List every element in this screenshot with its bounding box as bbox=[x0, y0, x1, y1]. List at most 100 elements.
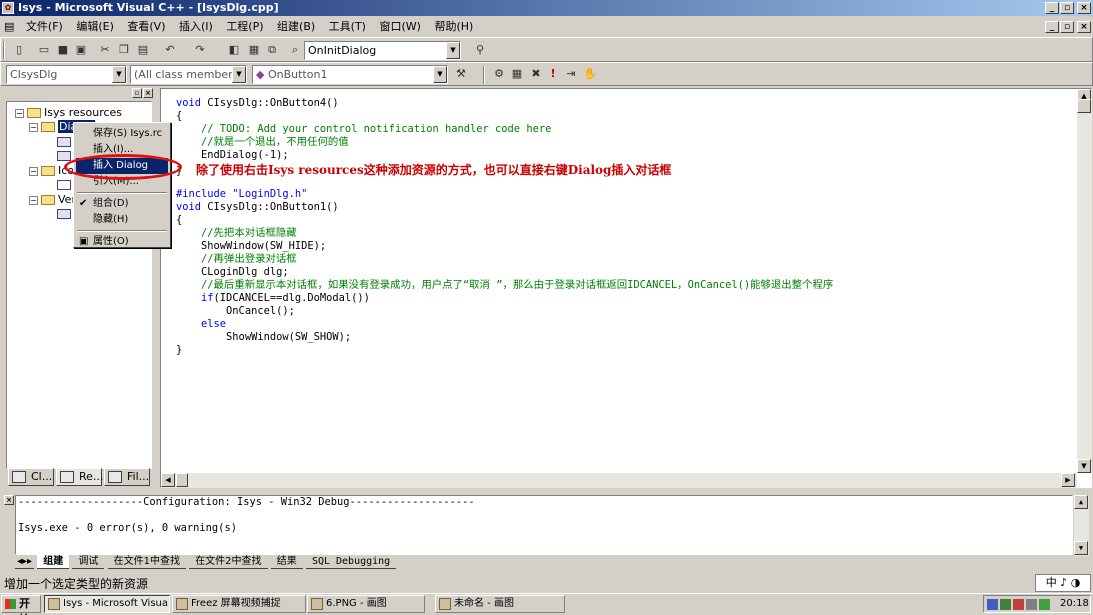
window-title: Isys - Microsoft Visual C++ - [IsysDlg.c… bbox=[18, 1, 279, 14]
tree-leaf-icon[interactable] bbox=[57, 178, 71, 192]
collapse-icon[interactable]: − bbox=[29, 195, 38, 205]
find-icon[interactable]: ⚲ bbox=[471, 41, 489, 59]
output-icon[interactable]: ▦ bbox=[245, 41, 263, 59]
code-area[interactable]: void CIsysDlg::OnButton4() { // TODO: Ad… bbox=[176, 97, 1066, 367]
task-visual-cpp[interactable]: Isys - Microsoft Visual C... bbox=[44, 595, 170, 613]
ime-indicator[interactable]: 中 ♪ ◑ bbox=[1035, 574, 1091, 592]
cut-icon[interactable]: ✂ bbox=[96, 41, 114, 59]
save-all-icon[interactable]: ▣ bbox=[72, 41, 90, 59]
doc-minimize-button[interactable]: _ bbox=[1045, 21, 1059, 33]
chevron-down-icon[interactable]: ▼ bbox=[232, 66, 246, 83]
tab-build[interactable]: 组建 bbox=[37, 555, 70, 569]
scroll-down-icon[interactable]: ▼ bbox=[1077, 459, 1091, 473]
new-file-icon[interactable]: ▯ bbox=[10, 41, 28, 59]
start-button[interactable]: 开始 bbox=[1, 595, 41, 615]
undo-icon[interactable]: ↶ bbox=[161, 41, 179, 59]
tray-app-icon[interactable] bbox=[1013, 599, 1024, 610]
breakpoint-icon[interactable]: ✋ bbox=[581, 65, 599, 83]
go-icon[interactable]: ⇥ bbox=[562, 65, 580, 83]
scroll-up-icon[interactable]: ▲ bbox=[1074, 495, 1088, 509]
save-icon[interactable]: ■ bbox=[54, 41, 72, 59]
workspace-icon[interactable]: ◧ bbox=[225, 41, 243, 59]
redo-icon[interactable]: ↷ bbox=[191, 41, 209, 59]
collapse-icon[interactable]: − bbox=[29, 166, 38, 176]
task-paint-6png[interactable]: 6.PNG - 画图 bbox=[307, 595, 425, 613]
member-combo[interactable]: ◆ OnButton1 ▼ bbox=[252, 65, 448, 84]
checkmark-icon: ✔ bbox=[79, 198, 88, 209]
tab-find2[interactable]: 在文件2中查找 bbox=[189, 555, 268, 569]
collapse-icon[interactable]: − bbox=[29, 122, 38, 132]
output-line: --------------------Configuration: Isys … bbox=[18, 496, 475, 508]
paste-icon[interactable]: ▤ bbox=[134, 41, 152, 59]
task-freez[interactable]: Freez 屏幕视频捕捉 bbox=[172, 595, 306, 613]
tree-leaf-dialog[interactable] bbox=[57, 135, 71, 149]
app-icon[interactable]: ✿ bbox=[2, 2, 14, 14]
chevron-down-icon[interactable]: ▼ bbox=[446, 42, 460, 59]
minimize-button[interactable]: _ bbox=[1045, 2, 1059, 14]
copy-icon[interactable]: ❐ bbox=[115, 41, 133, 59]
menu-item-docking[interactable]: ✔ 组合(D) bbox=[76, 196, 168, 212]
menu-window[interactable]: 窗口(W) bbox=[374, 17, 425, 36]
vertical-scrollbar[interactable]: ▲ ▼ bbox=[1077, 89, 1092, 473]
menu-tools[interactable]: 工具(T) bbox=[324, 17, 371, 36]
menu-edit[interactable]: 编辑(E) bbox=[71, 17, 119, 36]
doc-close-button[interactable]: × bbox=[1077, 21, 1091, 33]
tray-ime-icon[interactable] bbox=[987, 599, 998, 610]
close-button[interactable]: × bbox=[1077, 2, 1091, 14]
panel-close-button[interactable]: × bbox=[143, 88, 153, 98]
stop-build-icon[interactable]: ✖ bbox=[527, 65, 545, 83]
panel-restore-button[interactable]: ▫ bbox=[132, 88, 142, 98]
tray-status-icon[interactable] bbox=[1039, 599, 1050, 610]
tab-results[interactable]: 结果 bbox=[270, 555, 303, 569]
tab-nav-icon[interactable]: ◂▸▸ bbox=[15, 555, 35, 569]
compile-icon[interactable]: ⚙ bbox=[490, 65, 508, 83]
clock[interactable]: 20:18 bbox=[1060, 596, 1089, 612]
tray-volume-icon[interactable] bbox=[1026, 599, 1037, 610]
menu-file[interactable]: 文件(F) bbox=[21, 17, 68, 36]
tab-debug[interactable]: 调试 bbox=[72, 555, 105, 569]
h-scroll-thumb[interactable] bbox=[176, 473, 188, 487]
scroll-down-icon[interactable]: ▼ bbox=[1074, 541, 1088, 555]
menu-item-hide[interactable]: 隐藏(H) bbox=[76, 212, 168, 228]
menu-view[interactable]: 查看(V) bbox=[122, 17, 170, 36]
menu-build[interactable]: 组建(B) bbox=[272, 17, 320, 36]
tab-class-view[interactable]: Cl... bbox=[8, 468, 54, 486]
menu-insert[interactable]: 插入(I) bbox=[174, 17, 218, 36]
code-line: //再弹出登录对话框 bbox=[176, 253, 297, 265]
members-combo[interactable]: (All class members) ▼ bbox=[130, 65, 247, 84]
chevron-down-icon[interactable]: ▼ bbox=[112, 66, 126, 83]
doc-restore-button[interactable]: ▫ bbox=[1060, 21, 1074, 33]
scroll-right-icon[interactable]: ▶ bbox=[1061, 473, 1075, 487]
scroll-thumb[interactable] bbox=[1077, 99, 1091, 113]
scroll-left-icon[interactable]: ◀ bbox=[161, 473, 175, 487]
tree-root[interactable]: − Isys resources bbox=[15, 106, 122, 120]
menu-help[interactable]: 帮助(H) bbox=[429, 17, 478, 36]
build-output[interactable]: --------------------Configuration: Isys … bbox=[15, 495, 1089, 556]
tab-find1[interactable]: 在文件1中查找 bbox=[107, 555, 186, 569]
build-icon[interactable]: ▦ bbox=[508, 65, 526, 83]
wizard-action-icon[interactable]: ⚒ bbox=[452, 65, 470, 83]
doc-icon[interactable]: ▤ bbox=[0, 17, 17, 36]
code-line: CLoginDlg dlg; bbox=[176, 266, 289, 278]
open-icon[interactable]: ▭ bbox=[35, 41, 53, 59]
horizontal-scrollbar[interactable]: ◀ ▶ bbox=[161, 473, 1077, 488]
class-combo[interactable]: CIsysDlg ▼ bbox=[6, 65, 127, 84]
tray-network-icon[interactable] bbox=[1000, 599, 1011, 610]
task-paint-untitled[interactable]: 未命名 - 画图 bbox=[435, 595, 565, 613]
menu-item-save[interactable]: 保存(S) Isys.rc bbox=[76, 126, 168, 142]
tab-resource-view[interactable]: Re... bbox=[56, 468, 103, 486]
tab-sql-debugging[interactable]: SQL Debugging bbox=[305, 555, 397, 569]
output-close-button[interactable]: × bbox=[4, 495, 14, 505]
menu-item-properties[interactable]: ▣ 属性(O) bbox=[76, 234, 168, 250]
output-scrollbar[interactable]: ▲ ▼ bbox=[1074, 495, 1089, 556]
chevron-down-icon[interactable]: ▼ bbox=[433, 66, 447, 83]
window-list-icon[interactable]: ⧉ bbox=[263, 41, 281, 59]
function-combo[interactable]: OnInitDialog ▼ bbox=[304, 41, 461, 60]
execute-icon[interactable]: ! bbox=[544, 65, 562, 83]
maximize-button[interactable]: ▫ bbox=[1060, 2, 1074, 14]
menu-project[interactable]: 工程(P) bbox=[221, 17, 268, 36]
tree-leaf-version[interactable] bbox=[57, 207, 71, 221]
collapse-icon[interactable]: − bbox=[15, 108, 24, 118]
tab-file-view[interactable]: Fil... bbox=[104, 468, 150, 486]
find-in-files-icon[interactable]: ⌕ bbox=[286, 41, 304, 59]
